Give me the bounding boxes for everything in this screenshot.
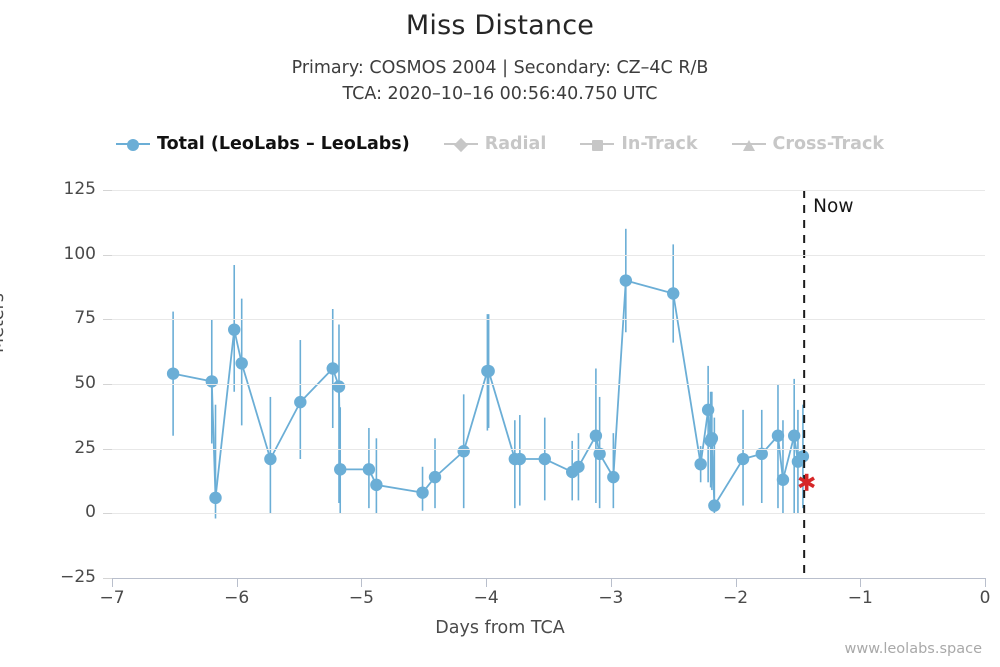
data-point[interactable] [701,403,715,417]
x-tick-mark [361,578,363,587]
data-point[interactable] [771,429,785,442]
data-point[interactable] [513,452,527,466]
x-axis-title: Days from TCA [435,618,565,638]
page-title: Miss Distance [405,10,595,41]
x-tick-mark [610,578,612,587]
chart-subtitle-tca: TCA: 2020–10–16 00:56:40.750 UTC [342,84,658,104]
legend-label: Total (LeoLabs – LeoLabs) [157,134,410,154]
diamond-icon [453,137,468,153]
data-point[interactable] [736,452,750,466]
y-tick-label: 50 [74,373,96,393]
data-point[interactable] [694,457,707,471]
data-point[interactable] [334,463,347,476]
data-point[interactable] [619,274,633,287]
x-tick-label: −6 [224,588,250,608]
chart-subtitle-objects: Primary: COSMOS 2004 | Secondary: CZ–4C … [291,58,709,78]
y-gridline [112,190,985,191]
x-tick-label: −7 [99,588,125,608]
data-point[interactable] [667,287,680,300]
data-point[interactable] [294,395,307,409]
y-gridline [112,448,985,450]
y-gridline [112,513,985,515]
data-point[interactable] [796,450,810,463]
y-tick-mark [103,254,112,256]
current-miss-distance-marker[interactable] [798,473,815,491]
miss-distance-chart-page: Miss Distance Primary: COSMOS 2004 | Sec… [0,0,1000,667]
x-tick-mark [735,578,737,587]
y-tick-label: 0 [85,502,96,523]
data-point[interactable] [209,491,222,505]
data-point[interactable] [332,380,346,393]
data-point[interactable] [428,470,442,484]
data-point[interactable] [538,452,551,466]
x-tick-label: −2 [723,588,749,608]
data-point[interactable] [607,470,620,484]
legend-label: Cross-Track [772,134,885,154]
y-tick-label: 25 [74,437,96,458]
data-point[interactable] [264,452,277,466]
data-point[interactable] [787,429,801,442]
data-point[interactable] [326,362,339,375]
y-tick-mark [103,190,112,191]
legend-label: In-Track [621,134,698,154]
legend-swatch [116,136,150,152]
square-icon [591,139,603,151]
y-tick-mark [103,319,112,321]
data-point[interactable] [776,473,790,486]
data-point[interactable] [482,364,495,378]
now-label: Now [813,196,854,217]
x-tick-label: −3 [598,588,624,608]
x-tick-label: −4 [473,588,499,608]
x-tick-mark [112,578,113,587]
y-tick-label: 75 [74,308,96,329]
legend-item-total-leolabs-leolabs[interactable]: Total (LeoLabs – LeoLabs) [116,134,410,154]
data-point[interactable] [228,323,241,336]
y-gridline [112,254,985,256]
data-point[interactable] [589,429,603,442]
data-point[interactable] [205,375,218,388]
y-tick-label: −25 [60,567,96,587]
data-point[interactable] [362,463,376,476]
data-point[interactable] [572,460,585,473]
legend-item-in-track[interactable]: In-Track [580,134,698,154]
data-point[interactable] [705,432,719,445]
x-axis-line [112,578,985,579]
y-axis-title: Meters [0,293,8,353]
x-tick-label: −1 [847,588,873,608]
data-point[interactable] [416,486,429,499]
data-point[interactable] [235,357,248,370]
plot-area[interactable] [103,190,985,579]
legend-label: Radial [484,134,547,154]
triangle-icon [742,140,755,151]
data-point[interactable] [457,445,470,458]
x-tick-label: 0 [979,588,991,608]
circle-icon [127,139,139,151]
legend-swatch [731,136,766,152]
x-tick-mark [860,578,862,587]
legend-swatch [580,136,615,152]
y-gridline [112,384,985,385]
x-tick-mark [236,578,238,587]
data-point[interactable] [708,499,721,512]
y-tick-label: 125 [63,179,96,199]
watermark: www.leolabs.space [844,641,983,657]
y-tick-mark [103,578,112,579]
x-tick-mark [486,578,488,587]
y-tick-mark [103,384,112,385]
chart-legend: Total (LeoLabs – LeoLabs) Radial In-Track C… [0,134,1000,154]
y-tick-label: 100 [63,243,96,264]
y-tick-mark [103,448,112,450]
y-gridline [112,319,985,321]
data-point[interactable] [166,367,180,380]
legend-item-cross-track[interactable]: Cross-Track [731,134,885,154]
legend-item-radial[interactable]: Radial [443,134,547,154]
y-tick-mark [103,513,112,515]
legend-swatch [443,136,478,153]
data-point[interactable] [370,478,383,492]
x-tick-mark [985,578,986,587]
x-tick-label: −5 [348,588,374,608]
